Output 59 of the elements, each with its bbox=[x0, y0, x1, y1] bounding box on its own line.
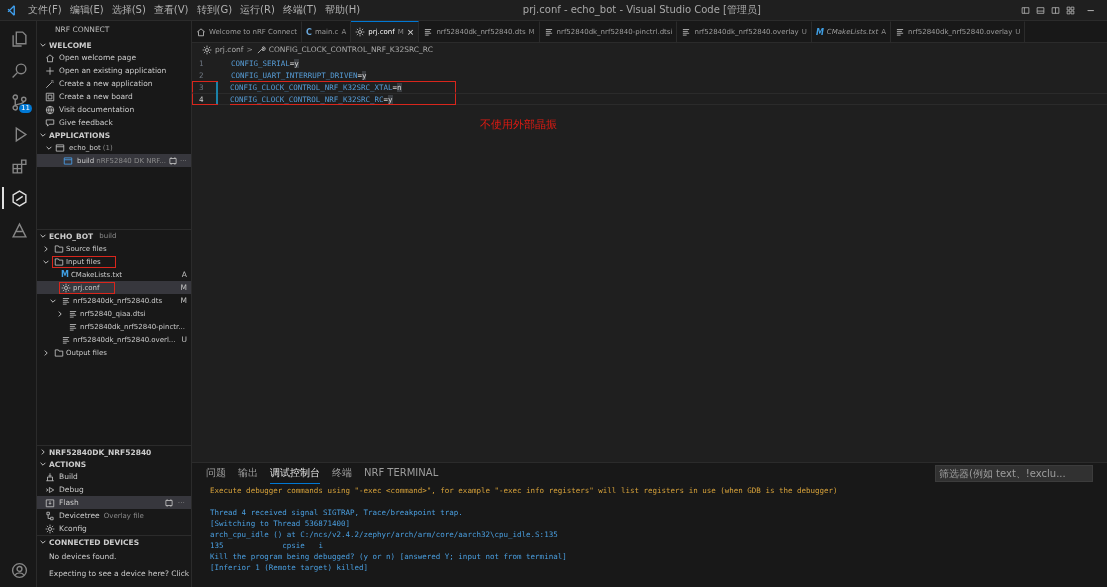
split-layout-icon bbox=[1050, 5, 1060, 15]
config-icon bbox=[202, 44, 212, 55]
ext-icon bbox=[10, 157, 28, 175]
devicetree-icon bbox=[681, 27, 692, 37]
globe-icon bbox=[45, 104, 55, 115]
app-logo-icon bbox=[6, 4, 17, 16]
m-letter-icon: M bbox=[61, 270, 69, 279]
files-icon bbox=[10, 29, 28, 47]
menu-item[interactable]: 选择(S) bbox=[108, 3, 149, 17]
devicetree-icon bbox=[543, 27, 554, 37]
config-icon bbox=[61, 282, 71, 293]
grid-layout-icon bbox=[1065, 5, 1075, 15]
menu-item[interactable]: 文件(F) bbox=[25, 3, 65, 17]
panel-tab[interactable]: 调试控制台 bbox=[270, 462, 320, 484]
menu-item[interactable]: 转到(G) bbox=[193, 3, 236, 17]
devicetree-icon bbox=[895, 27, 905, 37]
feedback-icon bbox=[45, 117, 55, 128]
devicetree-icon bbox=[61, 295, 71, 306]
devicetree-icon bbox=[423, 27, 434, 37]
folder-icon bbox=[54, 347, 64, 358]
panel-tab[interactable]: 终端 bbox=[332, 462, 352, 484]
devicetree-icon bbox=[68, 308, 78, 319]
tree-icon bbox=[45, 510, 55, 521]
config-icon bbox=[355, 27, 366, 37]
folder-icon bbox=[54, 243, 64, 254]
folder-icon bbox=[54, 256, 64, 267]
devicetree-icon bbox=[61, 334, 71, 345]
build-icon bbox=[45, 471, 55, 482]
menu-item[interactable]: 帮助(H) bbox=[321, 3, 364, 17]
menu-item[interactable]: 终端(T) bbox=[279, 3, 320, 17]
window-title: prj.conf - echo_bot - Visual Studio Code [管理员] bbox=[521, 3, 762, 17]
board-icon bbox=[45, 91, 55, 102]
debug-icon bbox=[45, 484, 55, 495]
plus-icon bbox=[45, 65, 55, 76]
scm-icon bbox=[10, 93, 28, 111]
home-icon bbox=[196, 27, 206, 37]
search-icon bbox=[10, 61, 28, 79]
flash-icon bbox=[45, 497, 55, 508]
window-icon bbox=[55, 142, 65, 153]
wrench-icon bbox=[255, 44, 266, 55]
menu-item[interactable]: 查看(V) bbox=[150, 3, 192, 17]
minimize-button[interactable]: − bbox=[1080, 4, 1101, 16]
window-icon bbox=[63, 155, 73, 166]
sidebar-layout-icon bbox=[1020, 5, 1030, 15]
home-icon bbox=[45, 52, 55, 63]
panel-layout-icon bbox=[1035, 5, 1045, 15]
annotation-text: 不使用外部晶振 bbox=[480, 117, 557, 132]
menu-item[interactable]: 运行(R) bbox=[237, 3, 278, 17]
panel-tab[interactable]: 输出 bbox=[238, 462, 258, 484]
menu-item[interactable]: 编辑(E) bbox=[66, 3, 107, 17]
panel-tab[interactable]: 问题 bbox=[206, 462, 226, 484]
filter-field[interactable]: 筛选器(例如 text、!exclu... bbox=[935, 464, 1093, 482]
panel-tab[interactable]: NRF TERMINAL bbox=[364, 464, 439, 482]
c-letter-icon: C bbox=[306, 27, 312, 37]
gear-icon bbox=[45, 523, 55, 534]
account-icon bbox=[10, 561, 28, 579]
m-letter-icon: M bbox=[815, 27, 824, 37]
cone-icon bbox=[10, 221, 28, 239]
devicetree-icon bbox=[68, 321, 78, 332]
